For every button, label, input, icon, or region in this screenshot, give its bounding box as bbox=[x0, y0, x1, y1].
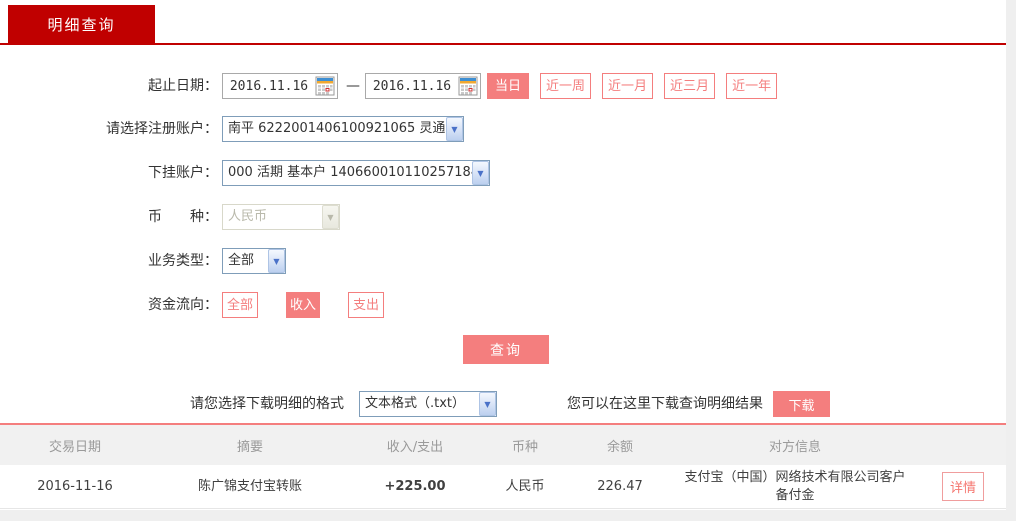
download-button[interactable]: 下载 bbox=[773, 391, 830, 417]
detail-button[interactable]: 详情 bbox=[941, 472, 984, 501]
sub-account-select[interactable]: 000 活期 基本户 1406600101102571848 ▼ bbox=[222, 160, 490, 186]
period-button-last-month[interactable]: 近一月 bbox=[602, 73, 654, 99]
cell-currency: 人民币 bbox=[505, 478, 545, 494]
date-to-value[interactable]: 2016.11.16 bbox=[366, 79, 458, 94]
date-from-value[interactable]: 2016.11.16 bbox=[223, 79, 315, 94]
fund-flow-label: 资金流向： bbox=[148, 297, 218, 313]
period-button-group: 当日 近一周 近一月 近三月 近一年 bbox=[487, 73, 778, 99]
cell-counterparty: 支付宝（中国）网络技术有限公司客户备付金 bbox=[684, 469, 906, 503]
currency-label: 币 种： bbox=[148, 209, 218, 225]
date-from-input[interactable]: 2016.11.16 bbox=[222, 73, 338, 99]
download-format-label: 请您选择下载明细的格式 bbox=[190, 396, 344, 412]
chevron-down-icon[interactable]: ▼ bbox=[268, 249, 285, 273]
period-button-last-week[interactable]: 近一周 bbox=[540, 73, 592, 99]
period-button-last-3-months[interactable]: 近三月 bbox=[664, 73, 716, 99]
chevron-down-icon[interactable]: ▼ bbox=[472, 161, 489, 185]
download-format-value: 文本格式（.txt） bbox=[365, 396, 466, 411]
flow-button-all[interactable]: 全部 bbox=[222, 292, 259, 318]
currency-value: 人民币 bbox=[228, 209, 268, 224]
chevron-down-icon: ▼ bbox=[322, 205, 339, 229]
register-account-select[interactable]: 南平 6222001406100921065 灵通卡 ▼ bbox=[222, 116, 464, 142]
chevron-down-icon[interactable]: ▼ bbox=[446, 117, 463, 141]
business-type-select[interactable]: 全部 ▼ bbox=[222, 248, 286, 274]
header-income-expense: 收入/支出 bbox=[386, 439, 444, 455]
table-header-row: 交易日期 摘要 收入/支出 币种 余额 对方信息 bbox=[0, 425, 1006, 465]
sub-account-value: 000 活期 基本户 1406600101102571848 bbox=[228, 165, 472, 180]
header-currency: 币种 bbox=[511, 439, 538, 455]
header-transaction-date: 交易日期 bbox=[48, 439, 101, 455]
tab-underline bbox=[0, 43, 1006, 45]
header-counterparty: 对方信息 bbox=[768, 439, 821, 455]
header-summary: 摘要 bbox=[236, 439, 263, 455]
table-row: 2016-11-16 陈广锦支付宝转账 +225.00 人民币 226.47 支… bbox=[0, 465, 1006, 509]
flow-button-income[interactable]: 收入 bbox=[286, 292, 321, 318]
calendar-icon[interactable] bbox=[458, 76, 478, 96]
fund-flow-button-group: 全部 收入 支出 bbox=[222, 292, 385, 318]
register-account-value: 南平 6222001406100921065 灵通卡 bbox=[228, 121, 446, 136]
cell-amount: +225.00 bbox=[384, 478, 446, 494]
date-separator: — bbox=[346, 78, 360, 94]
register-account-label: 请选择注册账户： bbox=[106, 121, 218, 137]
date-range-label: 起止日期： bbox=[148, 78, 218, 94]
cell-summary: 陈广锦支付宝转账 bbox=[197, 478, 302, 494]
download-format-select[interactable]: 文本格式（.txt） ▼ bbox=[359, 391, 497, 417]
cell-balance: 226.47 bbox=[597, 478, 643, 494]
page: 明细查询 起止日期： 2016.11.16 — 2016.11.16 当日 近一… bbox=[0, 0, 1016, 521]
cell-transaction-date: 2016-11-16 bbox=[37, 478, 113, 494]
header-balance: 余额 bbox=[606, 439, 633, 455]
cell-actions: 详情 bbox=[920, 472, 1006, 501]
period-button-last-year[interactable]: 近一年 bbox=[726, 73, 778, 99]
download-hint-label: 您可以在这里下载查询明细结果 bbox=[567, 396, 763, 412]
tab-detail-query[interactable]: 明细查询 bbox=[8, 5, 155, 43]
business-type-value: 全部 bbox=[228, 253, 255, 268]
currency-select: 人民币 ▼ bbox=[222, 204, 340, 230]
calendar-icon[interactable] bbox=[315, 76, 335, 96]
period-button-today[interactable]: 当日 bbox=[487, 73, 530, 99]
business-type-label: 业务类型： bbox=[148, 253, 218, 269]
date-to-input[interactable]: 2016.11.16 bbox=[365, 73, 481, 99]
content-panel: 明细查询 起止日期： 2016.11.16 — 2016.11.16 当日 近一… bbox=[0, 0, 1006, 510]
flow-button-expense[interactable]: 支出 bbox=[348, 292, 385, 318]
query-button[interactable]: 查询 bbox=[463, 335, 549, 364]
chevron-down-icon[interactable]: ▼ bbox=[479, 392, 496, 416]
sub-account-label: 下挂账户： bbox=[148, 165, 218, 181]
